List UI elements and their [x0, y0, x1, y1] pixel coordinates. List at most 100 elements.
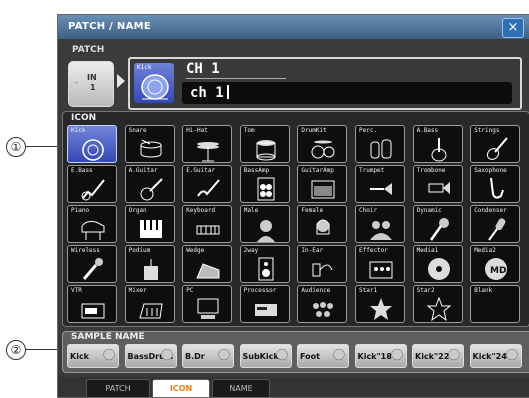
icon-tile-label: Perc. — [359, 127, 378, 134]
snare-drum-icon — [140, 139, 162, 158]
icon-tile-snare[interactable]: Snare — [124, 125, 175, 163]
icon-tile-saxophone[interactable]: Saxophone — [470, 165, 521, 203]
piano-icon — [81, 221, 105, 240]
tab-patch[interactable]: PATCH — [86, 379, 150, 397]
icon-tile-2way[interactable]: 2way — [239, 245, 290, 283]
icon-tile-media1[interactable]: Media1 — [412, 245, 463, 283]
icon-tile-bassamp[interactable]: BassAmp — [239, 165, 290, 203]
sample-name-button[interactable]: Kick"22 — [412, 344, 464, 368]
dynamic-mic-icon — [429, 218, 449, 241]
bass-drum-icon — [390, 348, 403, 361]
tom-drum-icon — [256, 140, 276, 161]
icon-tile-piano[interactable]: Piano — [67, 205, 117, 243]
icon-tile-drumkit[interactable]: DrumKit — [297, 125, 348, 163]
icon-tile-choir[interactable]: Choir — [355, 205, 405, 243]
icon-tile-trombone[interactable]: Trombone — [412, 165, 463, 203]
two-way-speaker-icon — [258, 257, 274, 281]
icon-tile-label: PC — [186, 287, 194, 294]
icon-tile-e-guitar[interactable]: E.Guitar — [182, 165, 233, 203]
sample-name-button[interactable]: Kick — [67, 344, 119, 368]
sample-name-button[interactable]: SubKick — [239, 344, 292, 368]
icon-tile-organ[interactable]: Organ — [124, 205, 175, 243]
icon-tile-in-ear[interactable]: In-Ear — [297, 245, 348, 283]
icon-tile-label: Trombone — [416, 167, 446, 174]
bass-drum-icon — [448, 348, 460, 361]
sample-name-button[interactable]: Kick"24 — [469, 344, 522, 368]
sample-name-label: SAMPLE NAME — [71, 332, 145, 342]
trombone-icon — [428, 182, 450, 194]
drum-kit-icon — [311, 140, 335, 159]
keyboard-icon — [196, 225, 220, 235]
icon-tile-hi-hat[interactable]: Hi-Hat — [182, 125, 233, 163]
icon-tile-a-guitar[interactable]: A.Guitar — [124, 165, 175, 203]
input-patch-button[interactable]: - IN 1 — [68, 61, 114, 107]
effector-icon — [369, 261, 393, 279]
icon-tile-star1[interactable]: Star1 — [355, 285, 405, 323]
bass-drum-icon — [275, 348, 288, 361]
condenser-mic-icon — [488, 218, 506, 241]
channel-name-input[interactable]: ch 1 — [182, 82, 512, 104]
icon-tile-label: E.Bass — [71, 167, 93, 174]
electric-bass-icon — [81, 179, 105, 201]
icon-tile-trumpet[interactable]: Trumpet — [355, 165, 405, 203]
sample-name-button[interactable]: Foot — [297, 344, 349, 368]
sample-name-button[interactable]: Kick"18 — [354, 344, 407, 368]
icon-tile-condenser[interactable]: Condenser — [470, 205, 521, 243]
wireless-mic-icon — [82, 258, 103, 280]
tab-name[interactable]: NAME — [212, 379, 270, 397]
icon-tile-kick[interactable]: Kick — [67, 125, 117, 163]
tab-icon[interactable]: ICON — [152, 379, 210, 397]
icon-tile-label: Snare — [128, 127, 147, 134]
sample-name-button[interactable]: B.Dr — [182, 344, 234, 368]
guitar-amp-icon — [311, 180, 335, 199]
icon-tile-male[interactable]: Male — [239, 205, 290, 243]
icon-tile-audience[interactable]: Audience — [297, 285, 348, 323]
trumpet-icon — [370, 183, 392, 195]
icon-tile-pc[interactable]: PC — [182, 285, 233, 323]
icon-tile-strings[interactable]: Strings — [470, 125, 521, 163]
close-button[interactable]: × — [502, 18, 524, 38]
icon-tile-label: Podium — [128, 247, 151, 254]
electric-guitar-icon — [197, 179, 220, 197]
icon-tile-guitaramp[interactable]: GuitarAmp — [297, 165, 348, 203]
icon-tile-label: Star1 — [359, 287, 378, 294]
icon-tile-wedge[interactable]: Wedge — [182, 245, 233, 283]
icon-tile-mixer[interactable]: Mixer — [124, 285, 175, 323]
icon-tile-label: 2way — [243, 247, 259, 254]
sample-name-text: Kick"24 — [472, 352, 507, 361]
channel-id-underline — [186, 78, 286, 79]
icon-tile-tom[interactable]: Tom — [239, 125, 290, 163]
icon-tile-blank[interactable]: Blank — [470, 285, 521, 323]
icon-tile-perc-[interactable]: Perc. — [355, 125, 405, 163]
in-ear-monitor-icon — [312, 263, 333, 277]
bass-drum-icon — [82, 139, 104, 161]
icon-tile-label: Blank — [474, 287, 493, 294]
icon-tile-female[interactable]: Female — [297, 205, 348, 243]
icon-tile-label: Male — [243, 207, 259, 214]
icon-tile-star2[interactable]: Star2 — [412, 285, 463, 323]
icon-tile-dynamic[interactable]: Dynamic — [412, 205, 463, 243]
icon-tile-podium[interactable]: Podium — [124, 245, 175, 283]
selected-icon-button[interactable]: Kick — [134, 63, 174, 103]
icon-tile-vtr[interactable]: VTR — [67, 285, 117, 323]
icon-tile-label: Female — [301, 207, 324, 214]
bass-amp-icon — [257, 177, 275, 201]
audience-icon — [313, 302, 334, 317]
sample-name-text: Foot — [300, 352, 320, 361]
processor-icon — [254, 304, 277, 316]
sample-name-button[interactable]: BassDrum — [124, 344, 177, 368]
bass-drum-icon — [160, 348, 173, 361]
wedge-monitor-icon — [196, 263, 220, 279]
icon-tile-processor[interactable]: Processor — [239, 285, 290, 323]
icon-tile-keyboard[interactable]: Keyboard — [182, 205, 233, 243]
sample-name-text: SubKick — [242, 352, 279, 361]
icon-tile-media2[interactable]: Media2 MD — [470, 245, 521, 283]
icon-tile-effector[interactable]: Effector — [355, 245, 405, 283]
icon-tile-wireless[interactable]: Wireless — [67, 245, 117, 283]
icon-tile-e-bass[interactable]: E.Bass — [67, 165, 117, 203]
icon-tile-a-bass[interactable]: A.Bass — [412, 125, 463, 163]
icon-tile-label: Media1 — [416, 247, 439, 254]
icon-tile-label: Tom — [243, 127, 255, 134]
sample-name-text: Kick"22 — [415, 352, 450, 361]
media-disc-icon — [427, 258, 450, 280]
